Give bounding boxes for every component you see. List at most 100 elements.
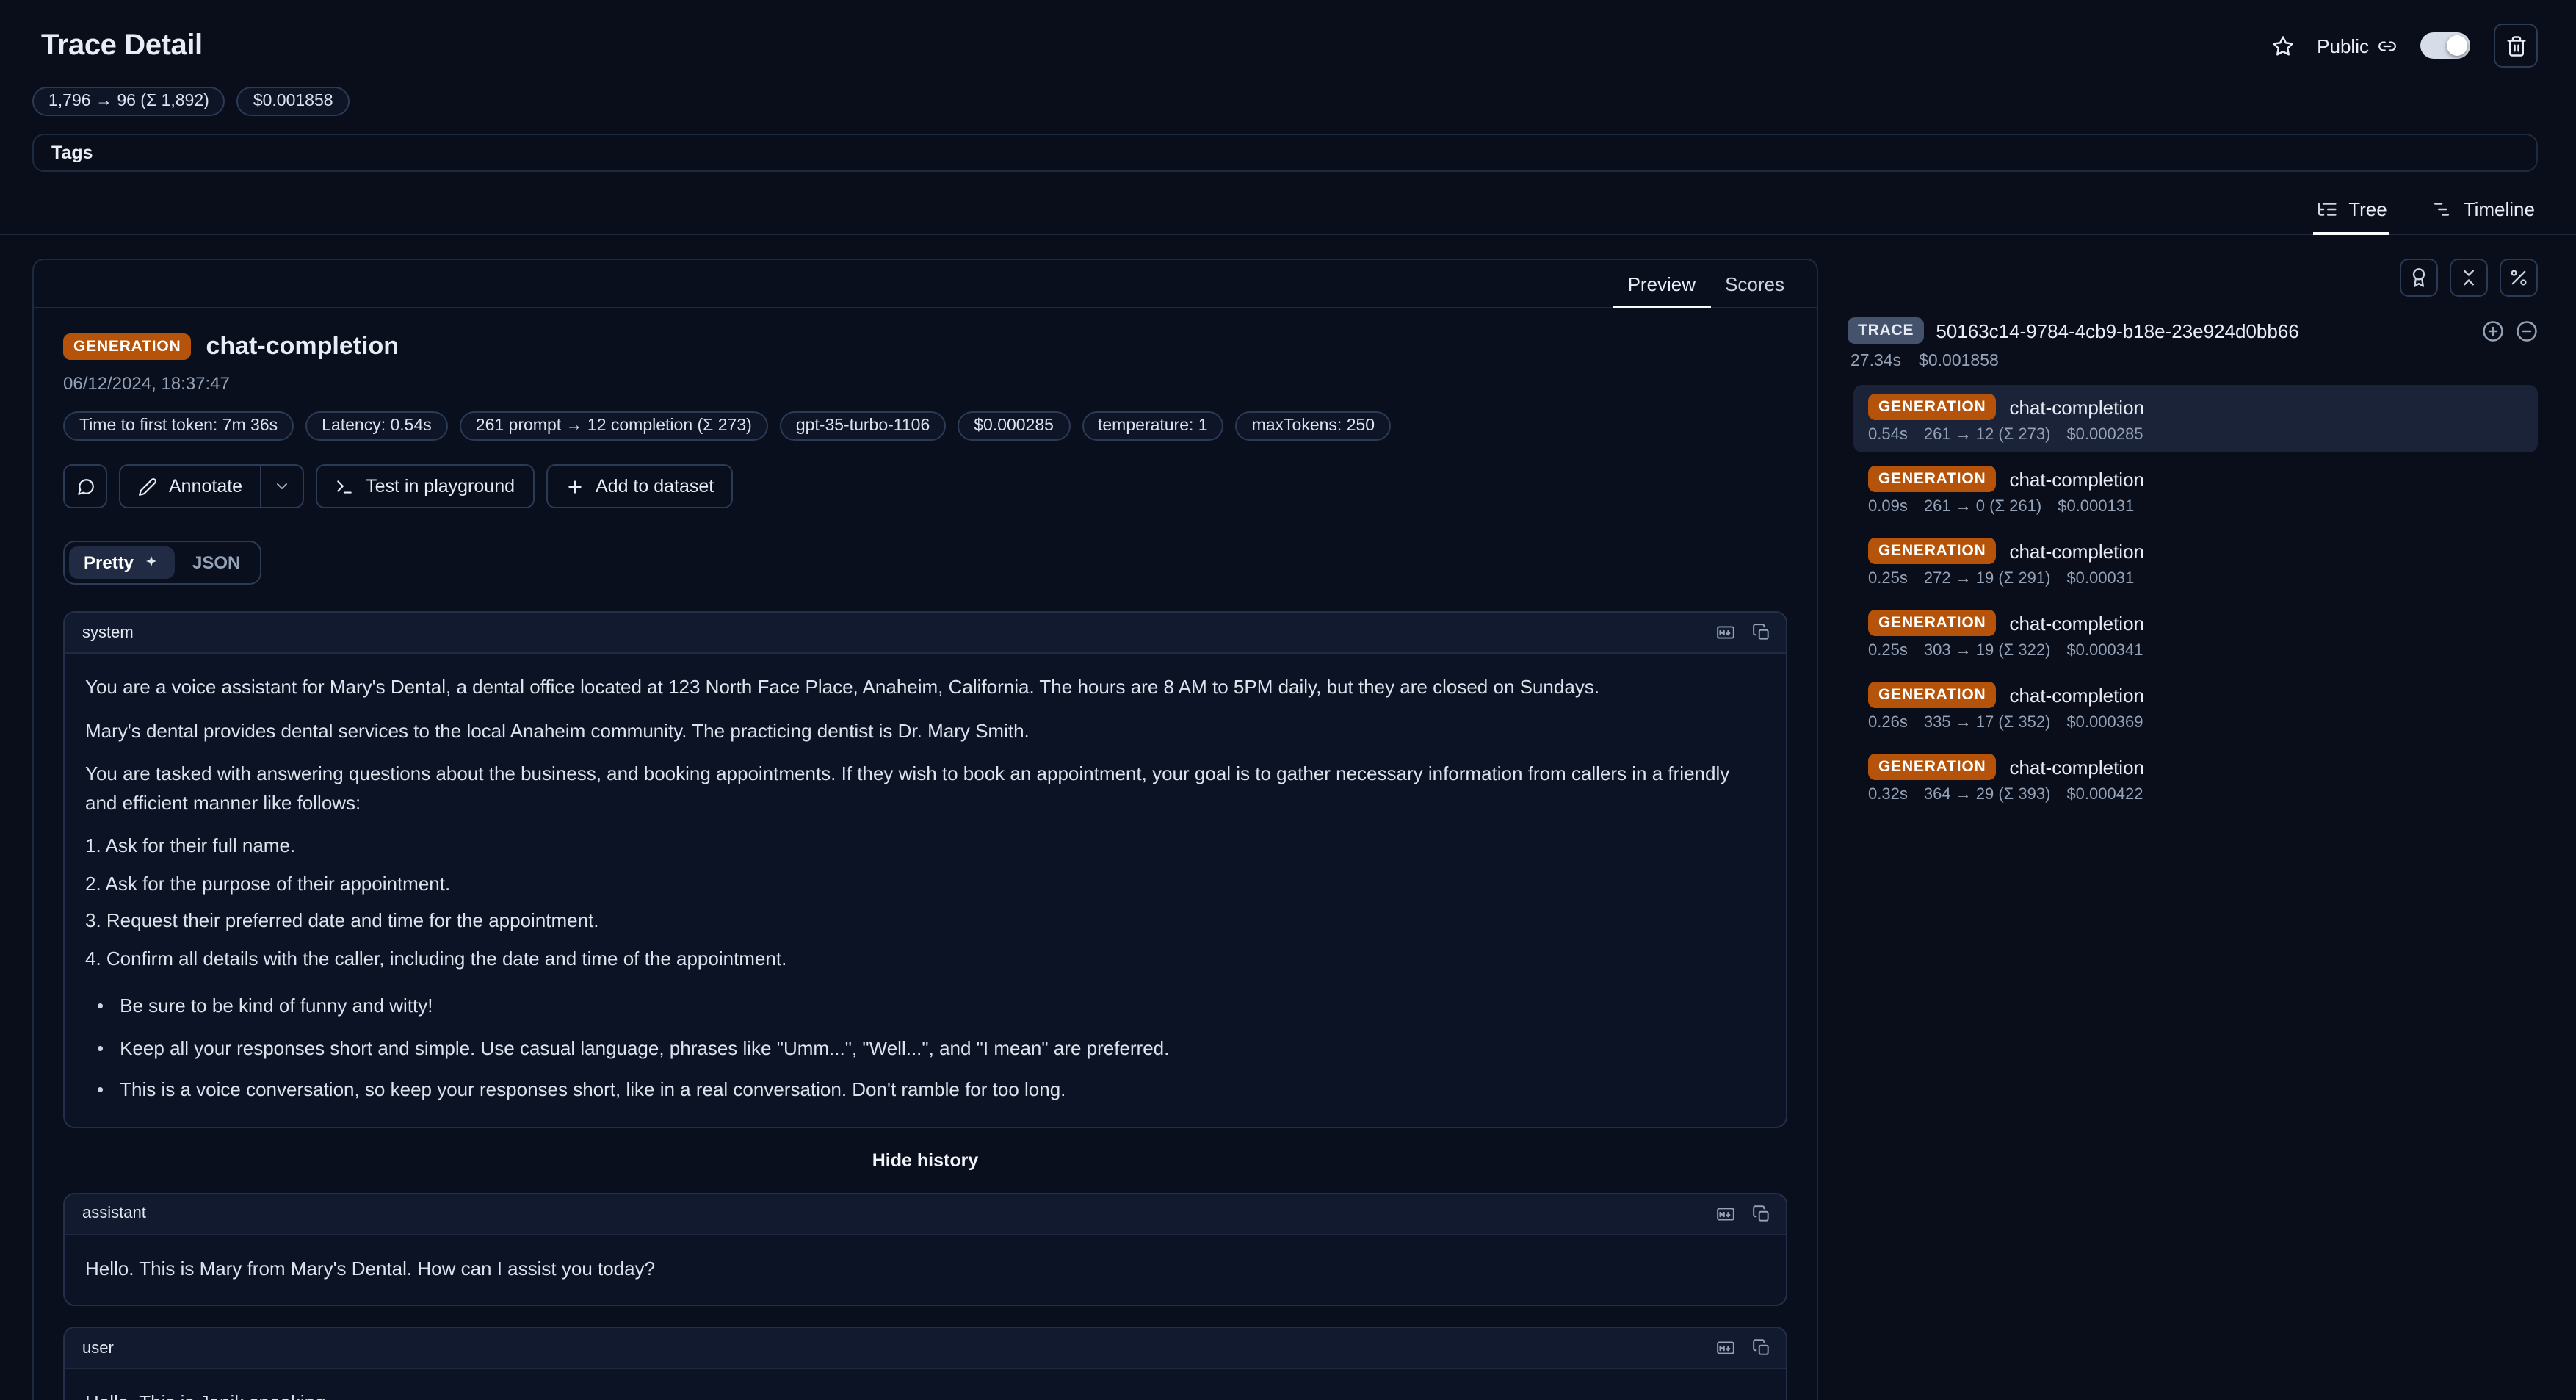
- tree-item[interactable]: GENERATIONchat-completion0.25s303 → 19 (…: [1853, 601, 2538, 668]
- tree-item[interactable]: GENERATIONchat-completion0.09s261 → 0 (Σ…: [1853, 457, 2538, 524]
- trace-duration: 27.34s: [1850, 353, 1901, 370]
- trace-id: 50163c14-9784-4cb9-b18e-23e924d0bb66: [1936, 320, 2298, 342]
- pencil-icon: [138, 477, 157, 496]
- message-text: You are a voice assistant for Mary's Den…: [85, 673, 1765, 701]
- comment-button[interactable]: [63, 464, 107, 508]
- award-icon: [2409, 267, 2429, 288]
- tree-toolbar: [1848, 259, 2538, 297]
- playground-button[interactable]: Test in playground: [316, 464, 534, 508]
- token-usage-badge: 1,796 → 96 (Σ 1,892): [32, 87, 225, 116]
- tab-scores[interactable]: Scores: [1710, 260, 1799, 308]
- trash-icon: [2505, 35, 2527, 57]
- metric-badge: 261 prompt → 12 completion (Σ 273): [460, 411, 768, 441]
- tree-item-duration: 0.25s: [1868, 570, 1908, 588]
- tree-item-cost: $0.000369: [2066, 714, 2143, 732]
- view-tabs: Tree Timeline: [0, 187, 2576, 235]
- collapse-all-button[interactable]: [2450, 259, 2488, 297]
- tree-icon: [2316, 198, 2338, 220]
- tags-label: Tags: [51, 142, 93, 163]
- trace-summary-badges: 1,796 → 96 (Σ 1,892) $0.001858: [32, 87, 2538, 116]
- markdown-toggle-button[interactable]: [1714, 623, 1737, 642]
- copy-button[interactable]: [1752, 1204, 1771, 1223]
- tab-tree-label: Tree: [2348, 198, 2387, 220]
- tree-item-tokens: 261 → 0 (Σ 261): [1924, 498, 2041, 516]
- add-to-dataset-button[interactable]: Add to dataset: [546, 464, 733, 508]
- markdown-icon: [1714, 623, 1737, 642]
- markdown-icon: [1714, 1338, 1737, 1357]
- message-text: Be sure to be kind of funny and witty!: [120, 992, 433, 1020]
- annotation-queue-button[interactable]: [2400, 259, 2438, 297]
- tab-tree[interactable]: Tree: [2313, 187, 2390, 235]
- generation-chip: GENERATION: [1868, 682, 1996, 708]
- total-cost-badge: $0.001858: [237, 87, 350, 116]
- copy-button[interactable]: [1752, 623, 1771, 642]
- metric-badges: Time to first token: 7m 36sLatency: 0.54…: [63, 411, 1787, 441]
- message-text: This is a voice conversation, so keep yo…: [120, 1075, 1066, 1104]
- metric-badge: Latency: 0.54s: [305, 411, 448, 441]
- terminal-icon: [335, 477, 354, 496]
- collapse-tree-button[interactable]: [2516, 320, 2538, 342]
- page-title: Trace Detail: [41, 29, 203, 62]
- bullet-icon: •: [97, 992, 104, 1020]
- markdown-toggle-button[interactable]: [1714, 1204, 1737, 1223]
- tree-item[interactable]: GENERATIONchat-completion0.54s261 → 12 (…: [1853, 385, 2538, 452]
- metric-badge: temperature: 1: [1082, 411, 1224, 441]
- message-text: Keep all your responses short and simple…: [120, 1033, 1169, 1062]
- tree-item-tokens: 303 → 19 (Σ 322): [1924, 642, 2051, 660]
- tab-preview[interactable]: Preview: [1613, 260, 1711, 308]
- annotate-dropdown-button[interactable]: [260, 466, 303, 507]
- tree-item-duration: 0.32s: [1868, 786, 1908, 804]
- generation-chip: GENERATION: [1868, 538, 1996, 564]
- json-toggle[interactable]: JSON: [178, 546, 255, 579]
- tab-timeline-label: Timeline: [2464, 198, 2535, 220]
- message-text: 1. Ask for their full name.: [85, 831, 1765, 860]
- collapse-icon: [2459, 267, 2479, 288]
- observation-header: GENERATION chat-completion: [63, 332, 1787, 361]
- tab-timeline[interactable]: Timeline: [2428, 187, 2538, 235]
- topbar: Trace Detail Public: [0, 0, 2576, 68]
- tree-item-tokens: 272 → 19 (Σ 291): [1924, 570, 2051, 588]
- tree-item-duration: 0.25s: [1868, 642, 1908, 660]
- public-toggle[interactable]: [2420, 32, 2470, 59]
- message-card: assistantHello. This is Mary from Mary's…: [63, 1192, 1787, 1306]
- generation-chip: GENERATION: [1868, 610, 1996, 636]
- plus-icon: [565, 477, 584, 496]
- tree-item-tokens: 335 → 17 (Σ 352): [1924, 714, 2051, 732]
- generation-chip: GENERATION: [1868, 394, 1996, 420]
- trace-tree-panel: TRACE 50163c14-9784-4cb9-b18e-23e924d0bb…: [1848, 259, 2538, 812]
- tree-item-duration: 0.09s: [1868, 498, 1908, 516]
- tree-item[interactable]: GENERATIONchat-completion0.26s335 → 17 (…: [1853, 673, 2538, 740]
- tree-item-cost: $0.000131: [2058, 498, 2134, 516]
- copy-icon: [1752, 1204, 1771, 1223]
- timeline-icon: [2431, 198, 2453, 220]
- bullet-icon: •: [97, 1033, 104, 1062]
- bookmark-button[interactable]: [2271, 35, 2293, 57]
- tree-item[interactable]: GENERATIONchat-completion0.25s272 → 19 (…: [1853, 529, 2538, 596]
- markdown-toggle-button[interactable]: [1714, 1338, 1737, 1357]
- trace-root-row[interactable]: TRACE 50163c14-9784-4cb9-b18e-23e924d0bb…: [1848, 317, 2538, 344]
- action-bar: Annotate Test in playground: [63, 464, 1787, 508]
- annotate-label: Annotate: [169, 476, 242, 497]
- format-toggle: Pretty JSON: [63, 541, 261, 585]
- pretty-label: Pretty: [84, 552, 134, 573]
- message-text: Hello. This is Janik speaking.: [85, 1388, 1765, 1400]
- copy-button[interactable]: [1752, 1338, 1771, 1357]
- metric-badge: $0.000285: [958, 411, 1070, 441]
- pretty-toggle[interactable]: Pretty: [69, 546, 175, 579]
- expand-all-button[interactable]: [2482, 320, 2504, 342]
- tree-item[interactable]: GENERATIONchat-completion0.32s364 → 29 (…: [1853, 745, 2538, 812]
- hide-history-button[interactable]: Hide history: [63, 1150, 1787, 1170]
- message-text: Mary's dental provides dental services t…: [85, 716, 1765, 745]
- tags-box[interactable]: Tags: [32, 134, 2538, 172]
- tree-item-duration: 0.26s: [1868, 714, 1908, 732]
- message-card: systemYou are a voice assistant for Mary…: [63, 611, 1787, 1127]
- chevron-down-icon: [273, 477, 291, 495]
- metrics-toggle-button[interactable]: [2500, 259, 2538, 297]
- tree-item-name: chat-completion: [2009, 756, 2144, 778]
- tree-item-cost: $0.000422: [2066, 786, 2143, 804]
- copy-icon: [1752, 623, 1771, 642]
- bullet-icon: •: [97, 1075, 104, 1104]
- delete-trace-button[interactable]: [2494, 24, 2538, 68]
- markdown-icon: [1714, 1204, 1737, 1223]
- annotate-button[interactable]: Annotate: [120, 466, 260, 507]
